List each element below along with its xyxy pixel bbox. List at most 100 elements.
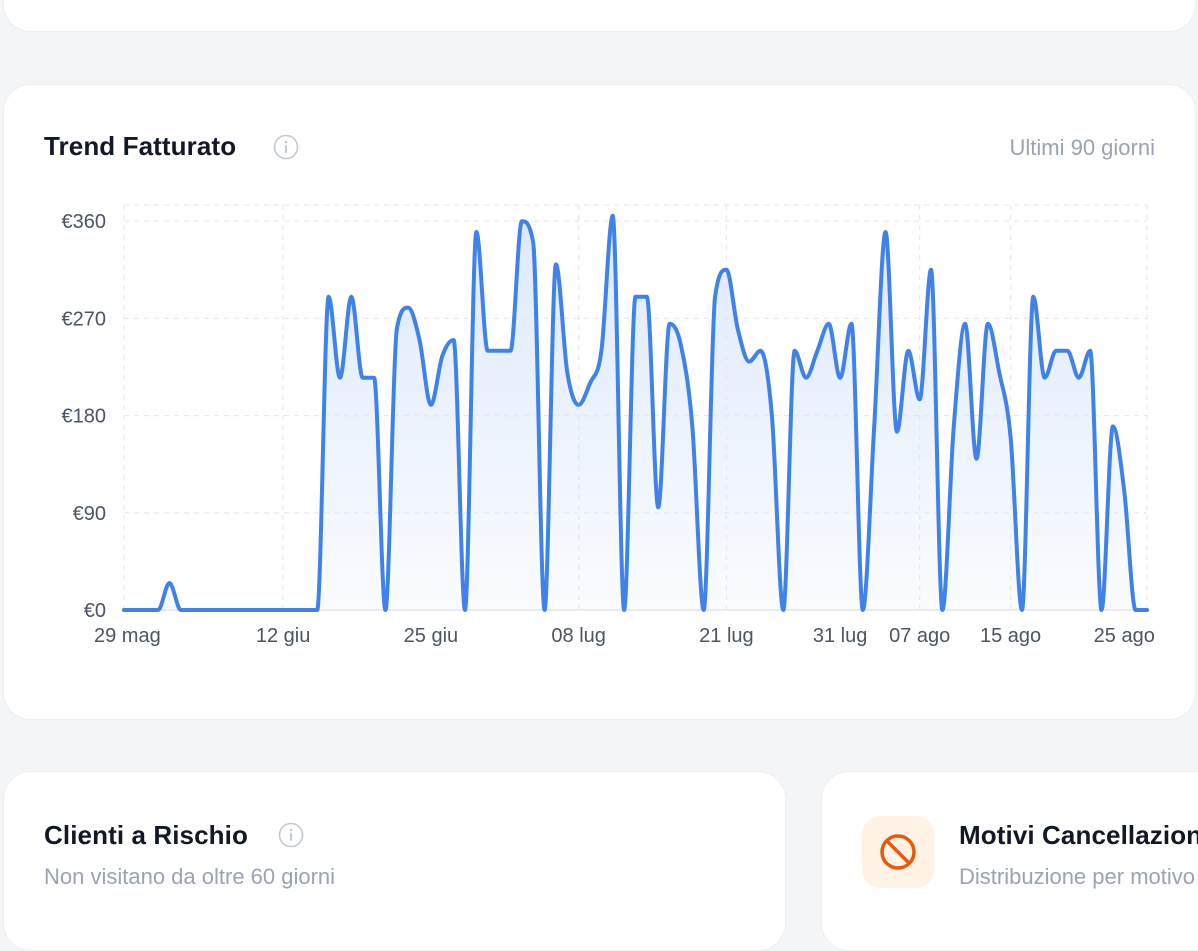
data-point xyxy=(996,369,1002,375)
data-point xyxy=(326,294,332,300)
data-point xyxy=(1121,488,1127,494)
info-icon[interactable] xyxy=(278,822,304,848)
data-point xyxy=(257,607,263,613)
series-area xyxy=(124,215,1147,610)
data-point xyxy=(235,607,241,613)
data-point xyxy=(394,326,400,332)
data-point xyxy=(144,607,150,613)
x-tick-label: 15 ago xyxy=(980,625,1041,647)
data-point xyxy=(1144,607,1150,613)
data-point xyxy=(1133,607,1139,613)
data-point xyxy=(792,348,798,354)
data-point xyxy=(1053,348,1059,354)
data-point xyxy=(269,607,275,613)
data-point xyxy=(598,348,604,354)
x-axis: 29 mag 12 giu 25 giu 08 lug 21 lug 31 lug 07 a… xyxy=(94,625,1155,647)
revenue-trend-card: Trend Fatturato Ultimi 90 giorni €0 €90 €1… xyxy=(3,84,1196,720)
summary-card xyxy=(3,0,1196,32)
data-point xyxy=(428,402,434,408)
data-point xyxy=(655,504,661,510)
data-point xyxy=(883,229,889,235)
data-point xyxy=(405,305,411,311)
y-tick-label: €180 xyxy=(62,406,107,428)
risk-title: Clienti a Rischio xyxy=(44,820,248,850)
data-point xyxy=(507,348,513,354)
data-point xyxy=(371,375,377,381)
data-point xyxy=(814,348,820,354)
data-point xyxy=(894,429,900,435)
data-point xyxy=(837,375,843,381)
data-point xyxy=(496,348,502,354)
cancel-badge xyxy=(862,816,934,888)
data-point xyxy=(871,423,877,429)
cancellation-reasons-card: Motivi Cancellazioni Distribuzione per m… xyxy=(821,771,1198,951)
y-tick-label: €360 xyxy=(62,211,107,233)
data-point xyxy=(644,294,650,300)
data-point xyxy=(542,607,548,613)
data-point xyxy=(1087,348,1093,354)
data-point xyxy=(689,423,695,429)
data-point xyxy=(178,607,184,613)
data-point xyxy=(633,294,639,300)
data-point xyxy=(439,353,445,359)
data-point xyxy=(519,218,525,224)
data-point xyxy=(189,607,195,613)
data-point xyxy=(746,359,752,365)
data-point xyxy=(621,607,627,613)
data-point xyxy=(246,607,252,613)
data-point xyxy=(462,607,468,613)
data-point xyxy=(303,607,309,613)
data-point xyxy=(1008,434,1014,440)
data-point xyxy=(712,294,718,300)
data-point xyxy=(917,396,923,402)
data-point xyxy=(1030,294,1036,300)
data-point xyxy=(769,413,775,419)
at-risk-clients-card: Clienti a Rischio Non visitano da oltre … xyxy=(3,771,786,951)
x-tick-label: 07 ago xyxy=(889,625,950,647)
data-point xyxy=(337,375,343,381)
data-point xyxy=(1110,423,1116,429)
data-point xyxy=(530,240,536,246)
data-point xyxy=(166,580,172,586)
data-point xyxy=(928,267,934,273)
data-point xyxy=(1076,375,1082,381)
x-tick-label: 31 lug xyxy=(813,625,868,647)
data-point xyxy=(451,337,457,343)
data-point xyxy=(1019,607,1025,613)
data-point xyxy=(758,348,764,354)
x-tick-label: 12 giu xyxy=(256,625,311,647)
data-point xyxy=(780,607,786,613)
ban-icon xyxy=(880,834,916,870)
y-tick-label: €270 xyxy=(62,308,107,330)
data-point xyxy=(939,607,945,613)
data-point xyxy=(280,607,286,613)
data-point xyxy=(576,402,582,408)
y-tick-label: €0 xyxy=(84,600,106,622)
data-point xyxy=(473,229,479,235)
data-point xyxy=(735,326,741,332)
data-point xyxy=(905,348,911,354)
data-point xyxy=(860,607,866,613)
data-point xyxy=(667,321,673,327)
data-point xyxy=(292,607,298,613)
data-point xyxy=(826,321,832,327)
data-point xyxy=(848,321,854,327)
data-point xyxy=(985,321,991,327)
data-point xyxy=(1099,607,1105,613)
data-point xyxy=(121,607,127,613)
revenue-chart: €0 €90 €180 €270 €360 29 mag 12 giu 25 giu 08 l… xyxy=(62,204,1155,647)
data-point xyxy=(314,607,320,613)
x-tick-label: 25 ago xyxy=(1094,625,1155,647)
data-point xyxy=(701,607,707,613)
risk-subtitle: Non visitano da oltre 60 giorni xyxy=(44,864,336,889)
x-tick-label: 25 giu xyxy=(404,625,459,647)
x-tick-label: 21 lug xyxy=(699,625,754,647)
x-tick-label: 29 mag xyxy=(94,625,161,647)
data-point xyxy=(962,321,968,327)
data-point xyxy=(587,380,593,386)
data-point xyxy=(360,375,366,381)
data-point xyxy=(1064,348,1070,354)
data-point xyxy=(485,348,491,354)
data-point xyxy=(348,294,354,300)
data-point xyxy=(678,342,684,348)
